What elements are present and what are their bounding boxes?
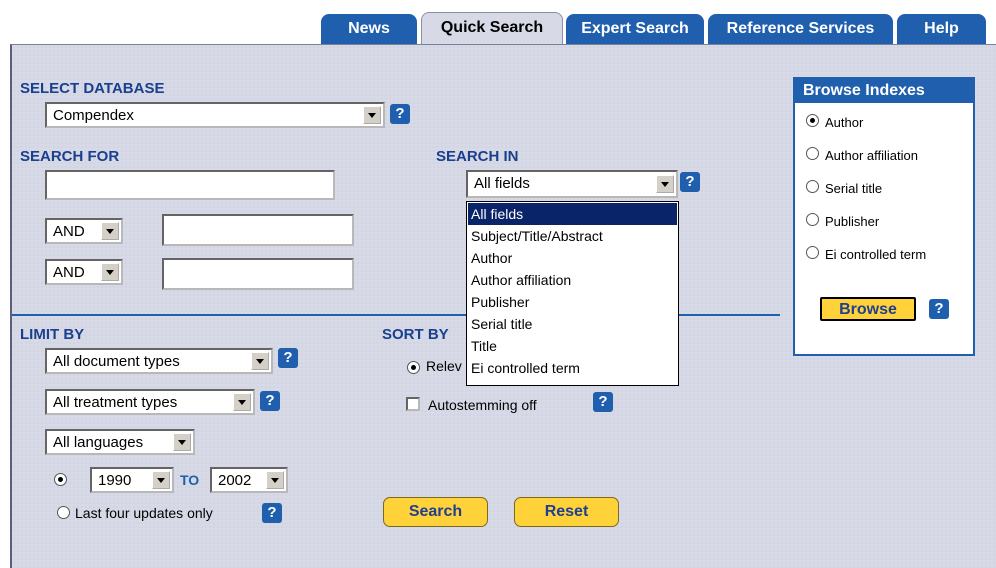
boolean-operator-3-select[interactable]: AND — [45, 259, 123, 285]
year-from-select[interactable]: 1990 — [90, 467, 174, 493]
tab-quick-search[interactable]: Quick Search — [421, 12, 563, 45]
search-term-3-input[interactable] — [162, 258, 354, 290]
year-range-radio[interactable] — [54, 473, 67, 486]
autostemming-checkbox[interactable] — [406, 397, 420, 411]
search-in-option-ei-controlled-term[interactable]: Ei controlled term — [468, 357, 677, 379]
year-from-value: 1990 — [98, 472, 132, 489]
boolean-operator-3-value: AND — [53, 264, 85, 281]
last-updates-label: Last four updates only — [75, 505, 213, 521]
reset-button[interactable]: Reset — [514, 497, 619, 527]
search-in-option-all-fields[interactable]: All fields — [468, 203, 677, 225]
search-in-option-publisher[interactable]: Publisher — [468, 291, 677, 313]
last-updates-radio[interactable] — [57, 506, 70, 519]
search-in-dropdown-list: All fields Subject/Title/Abstract Author… — [466, 201, 679, 386]
boolean-operator-2-select[interactable]: AND — [45, 218, 123, 244]
autostemming-label: Autostemming off — [428, 397, 537, 413]
browse-publisher-radio[interactable] — [806, 213, 819, 226]
chevron-down-icon — [251, 352, 269, 370]
tab-reference-services[interactable]: Reference Services — [708, 14, 893, 44]
browse-serial-title-label: Serial title — [825, 181, 883, 196]
select-database-heading: SELECT DATABASE — [20, 80, 165, 97]
document-types-value: All document types — [53, 353, 180, 370]
browse-ei-controlled-term-radio[interactable] — [806, 246, 819, 259]
boolean-operator-2-value: AND — [53, 223, 85, 240]
browse-publisher-label: Publisher — [825, 214, 880, 229]
search-in-option-title[interactable]: Title — [468, 335, 677, 357]
tab-help-label: Help — [924, 20, 959, 37]
tab-quick-search-label: Quick Search — [440, 19, 544, 36]
database-select[interactable]: Compendex — [45, 102, 385, 128]
chevron-down-icon — [152, 471, 170, 489]
search-term-1-input[interactable] — [45, 170, 335, 200]
search-in-option-author[interactable]: Author — [468, 247, 677, 269]
tab-reference-services-label: Reference Services — [726, 20, 875, 37]
search-in-select[interactable]: All fields — [466, 170, 678, 198]
help-icon[interactable]: ? — [929, 299, 949, 319]
tab-news[interactable]: News — [321, 14, 417, 44]
database-select-value: Compendex — [53, 107, 134, 124]
search-in-heading: SEARCH IN — [436, 148, 519, 165]
search-in-option-serial-title[interactable]: Serial title — [468, 313, 677, 335]
search-in-select-value: All fields — [474, 175, 530, 192]
search-in-option-author-affiliation[interactable]: Author affiliation — [468, 269, 677, 291]
year-to-label: TO — [180, 472, 200, 488]
help-icon[interactable]: ? — [390, 104, 410, 124]
search-in-option-subject-title-abstract[interactable]: Subject/Title/Abstract — [468, 225, 677, 247]
help-icon[interactable]: ? — [278, 348, 298, 368]
browse-ei-controlled-term-label: Ei controlled term — [825, 247, 927, 262]
languages-select[interactable]: All languages — [45, 429, 195, 455]
help-icon[interactable]: ? — [262, 503, 282, 523]
tab-news-label: News — [348, 20, 390, 37]
tab-help[interactable]: Help — [897, 14, 986, 44]
browse-author-affiliation-label: Author affiliation — [825, 148, 918, 163]
browse-author-affiliation-radio[interactable] — [806, 147, 819, 160]
tab-expert-search[interactable]: Expert Search — [566, 14, 704, 44]
year-to-value: 2002 — [218, 472, 252, 489]
chevron-down-icon — [363, 106, 381, 124]
chevron-down-icon — [656, 175, 674, 193]
sort-relevance-radio[interactable] — [407, 361, 420, 374]
chevron-down-icon — [266, 471, 284, 489]
search-for-heading: SEARCH FOR — [20, 148, 120, 165]
browse-author-radio[interactable] — [806, 114, 819, 127]
limit-by-heading: LIMIT BY — [20, 326, 85, 343]
search-term-2-input[interactable] — [162, 214, 354, 246]
help-icon[interactable]: ? — [680, 172, 700, 192]
treatment-types-value: All treatment types — [53, 394, 178, 411]
sort-by-heading: SORT BY — [382, 326, 449, 343]
document-types-select[interactable]: All document types — [45, 348, 273, 374]
chevron-down-icon — [173, 433, 191, 451]
help-icon[interactable]: ? — [260, 391, 280, 411]
browse-serial-title-radio[interactable] — [806, 180, 819, 193]
sort-relevance-label: Relev — [426, 358, 462, 374]
browse-indexes-title: Browse Indexes — [795, 79, 973, 103]
tab-strip: News Quick Search Expert Search Referenc… — [0, 0, 996, 45]
chevron-down-icon — [101, 263, 119, 281]
browse-author-label: Author — [825, 115, 864, 130]
year-to-select[interactable]: 2002 — [210, 467, 288, 493]
search-button[interactable]: Search — [383, 497, 488, 527]
tab-expert-search-label: Expert Search — [581, 20, 689, 37]
chevron-down-icon — [233, 393, 251, 411]
browse-button[interactable]: Browse — [820, 297, 916, 321]
help-icon[interactable]: ? — [593, 392, 613, 412]
languages-value: All languages — [53, 434, 144, 451]
chevron-down-icon — [101, 222, 119, 240]
treatment-types-select[interactable]: All treatment types — [45, 389, 255, 415]
browse-indexes-panel: Browse Indexes Author Author affiliation… — [793, 77, 975, 356]
